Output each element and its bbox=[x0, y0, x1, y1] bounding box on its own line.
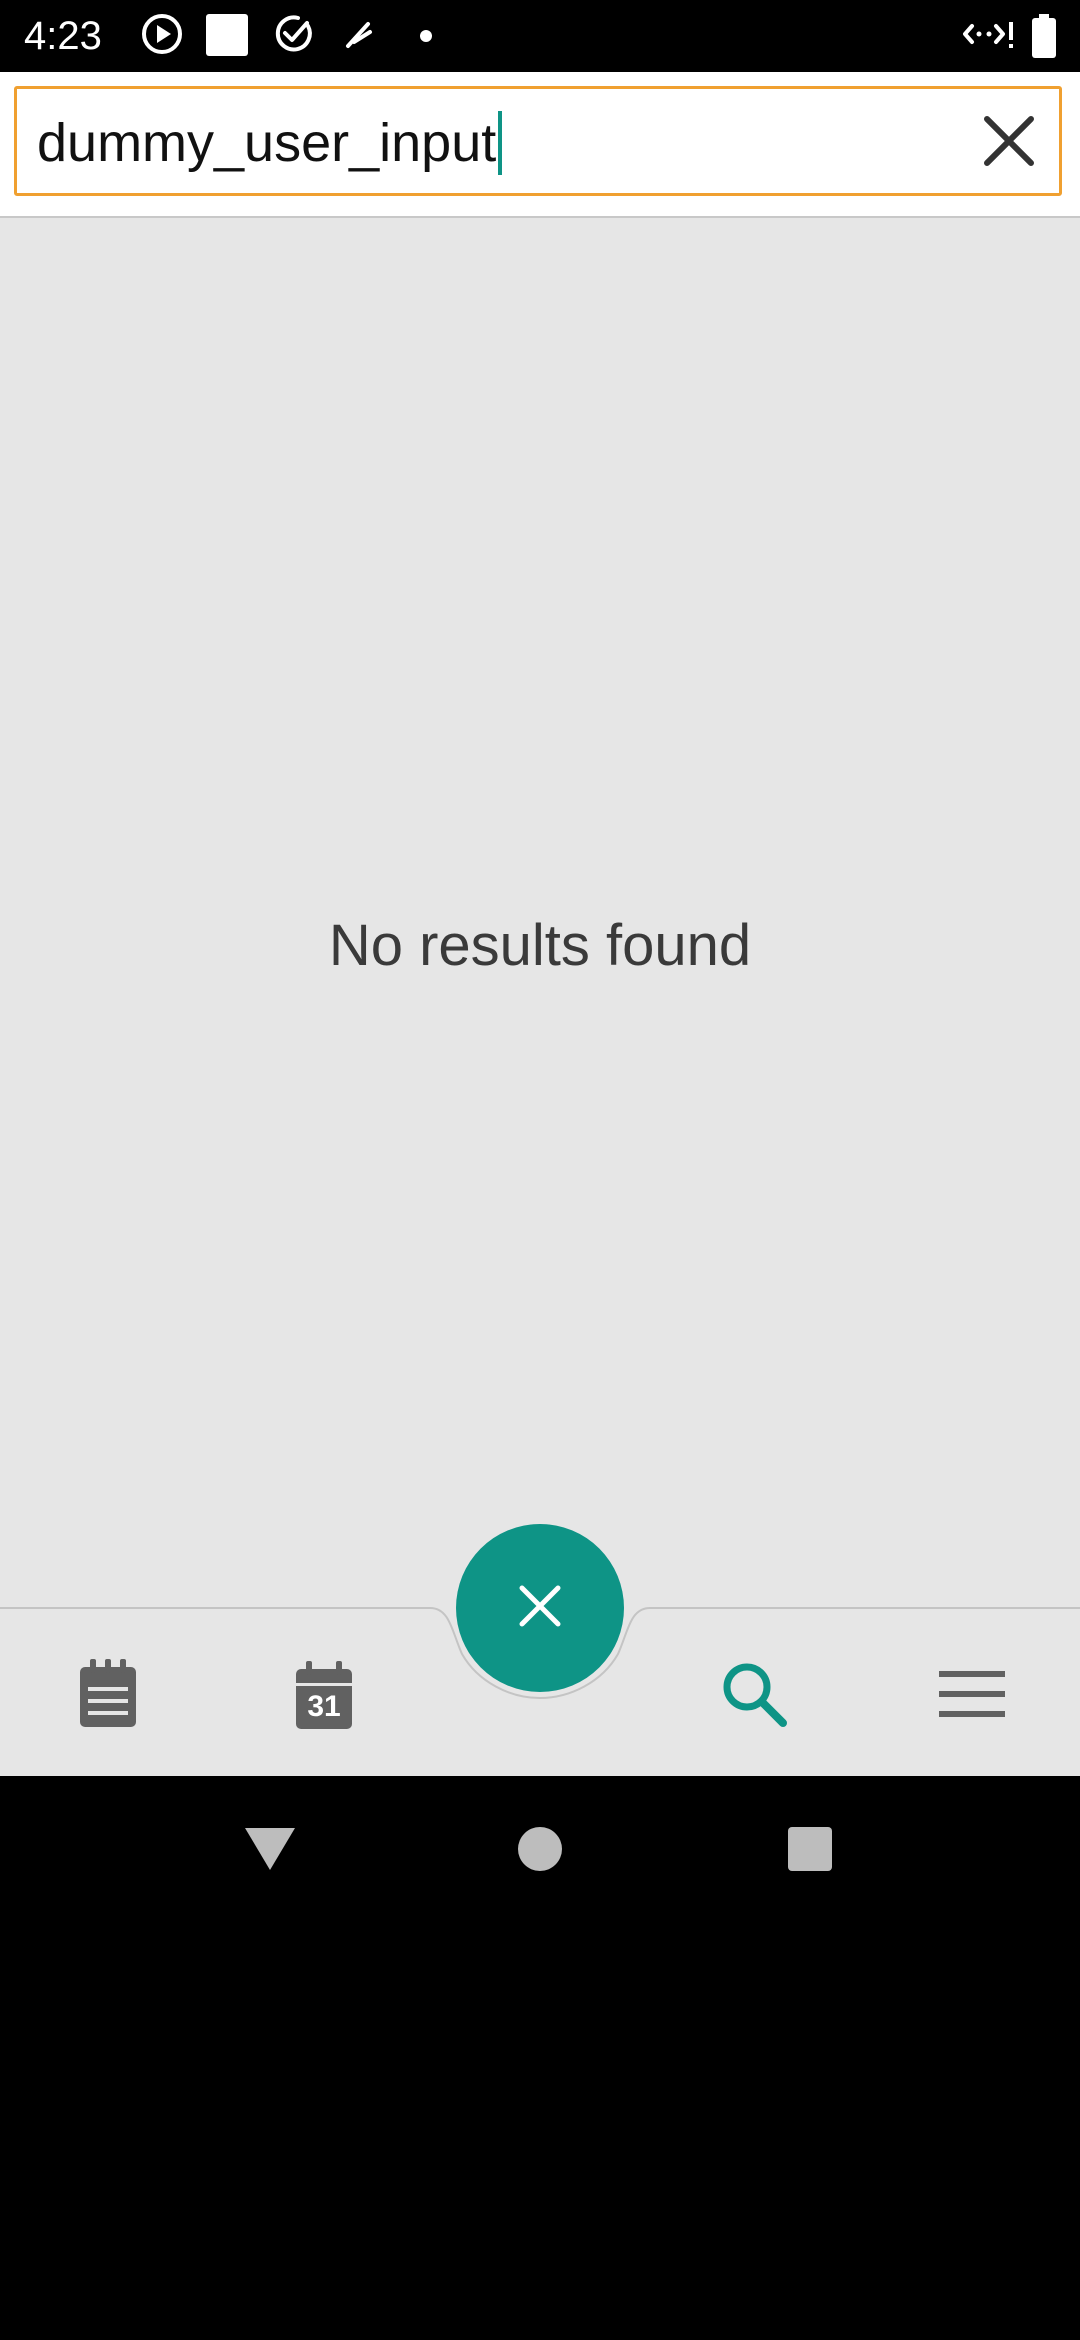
recents-square-icon bbox=[787, 1826, 833, 1877]
system-recents-button[interactable] bbox=[770, 1816, 850, 1886]
nav-menu-button[interactable] bbox=[912, 1636, 1032, 1756]
home-circle-icon bbox=[517, 1826, 563, 1877]
search-icon bbox=[719, 1659, 789, 1734]
play-circle-icon bbox=[140, 12, 184, 61]
square-icon bbox=[204, 12, 250, 63]
system-home-button[interactable] bbox=[500, 1816, 580, 1886]
app-screen: dummy_user_input No results found bbox=[0, 72, 1080, 1776]
back-triangle-icon bbox=[243, 1826, 297, 1877]
search-box[interactable]: dummy_user_input bbox=[14, 86, 1062, 196]
menu-icon bbox=[939, 1669, 1005, 1724]
close-icon bbox=[516, 1582, 564, 1635]
text-cursor bbox=[498, 110, 503, 175]
search-input[interactable]: dummy_user_input bbox=[37, 105, 503, 181]
calendar-day-label: 31 bbox=[307, 1690, 341, 1723]
feather-icon bbox=[340, 12, 380, 61]
fab-close-button[interactable] bbox=[456, 1524, 624, 1692]
close-icon bbox=[979, 111, 1039, 176]
status-bar: 4:23 bbox=[0, 0, 1080, 72]
search-input-value: dummy_user_input bbox=[37, 113, 497, 173]
nav-calendar-button[interactable]: 31 bbox=[264, 1636, 384, 1756]
signal-icon bbox=[962, 12, 1018, 61]
nav-notes-button[interactable] bbox=[48, 1636, 168, 1756]
dot-icon bbox=[416, 12, 436, 61]
check-circle-icon bbox=[272, 12, 316, 61]
system-back-button[interactable] bbox=[230, 1816, 310, 1886]
battery-icon bbox=[1030, 12, 1058, 65]
calendar-icon: 31 bbox=[292, 1661, 356, 1731]
system-navigation-bar bbox=[0, 1776, 1080, 1920]
notes-icon bbox=[76, 1658, 140, 1734]
empty-results-message: No results found bbox=[328, 913, 752, 978]
search-header: dummy_user_input bbox=[0, 72, 1080, 218]
nav-search-button[interactable] bbox=[694, 1636, 814, 1756]
clear-search-button[interactable] bbox=[969, 103, 1049, 183]
status-time: 4:23 bbox=[24, 14, 102, 58]
